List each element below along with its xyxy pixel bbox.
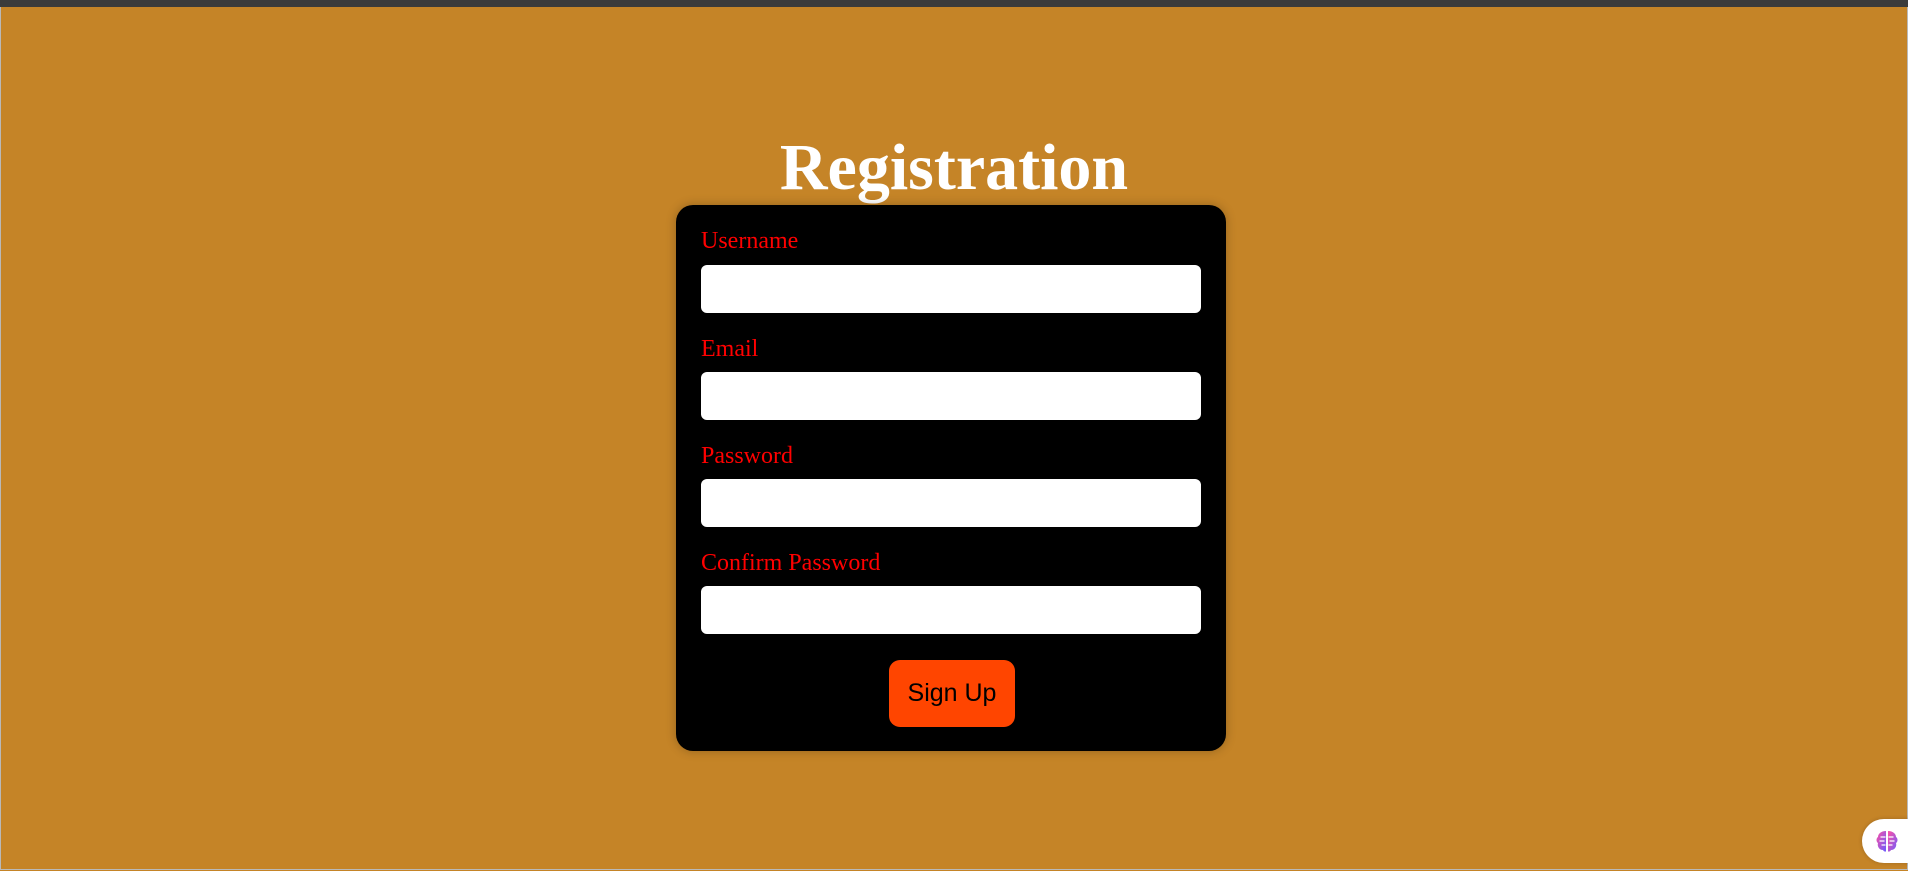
username-input[interactable] bbox=[701, 265, 1201, 313]
password-input[interactable] bbox=[701, 479, 1201, 527]
email-label: Email bbox=[701, 336, 759, 362]
password-label: Password bbox=[701, 443, 794, 469]
username-label: Username bbox=[701, 228, 799, 254]
browser-top-bar bbox=[0, 0, 1908, 7]
page-title: Registration bbox=[779, 131, 1129, 204]
registration-form: Username Email Password Confirm Password… bbox=[676, 205, 1226, 751]
email-input[interactable] bbox=[701, 372, 1201, 420]
confirm-password-input[interactable] bbox=[701, 586, 1201, 634]
extension-badge[interactable] bbox=[1862, 819, 1908, 863]
confirm-password-label: Confirm Password bbox=[701, 550, 881, 576]
brain-icon bbox=[1876, 831, 1898, 852]
sign-up-button[interactable]: Sign Up bbox=[889, 660, 1015, 727]
